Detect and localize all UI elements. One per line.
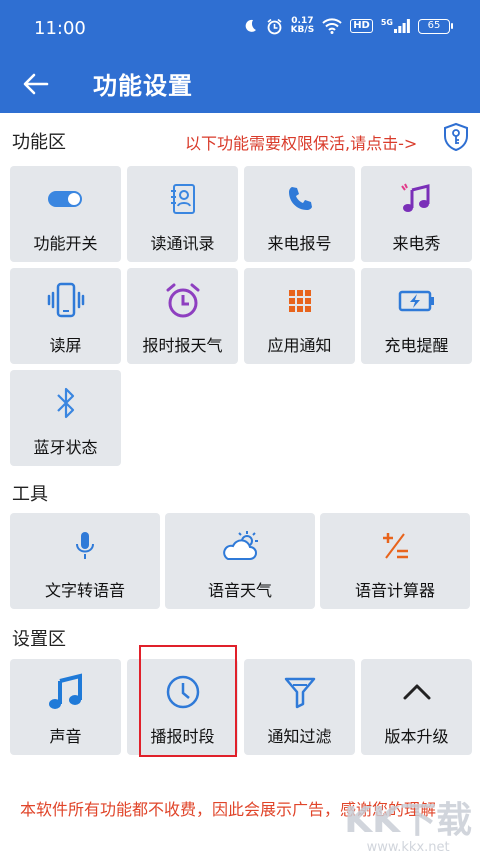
tools-grid: 文字转语音 语音天气 语音计算器 [10,513,470,609]
tile-label: 通知过滤 [267,727,332,746]
tile-time-weather[interactable]: 报时报天气 [127,268,238,364]
tile-label: 版本升级 [384,727,449,746]
tile-label: 来电秀 [392,234,441,253]
bluetooth-icon [43,380,89,426]
net-speed: 0.17 KB/S [290,16,315,35]
tile-text-to-speech[interactable]: 文字转语音 [10,513,160,609]
watermark-logo: KK下载 www.kkx.net [344,800,472,856]
page-title: 功能设置 [93,72,193,100]
status-time: 11:00 [34,18,86,39]
filter-icon [277,669,323,715]
tile-label: 读通讯录 [150,234,215,253]
permission-notice[interactable]: 以下功能需要权限保活,请点击-> [185,130,417,154]
weather-icon [217,523,263,569]
tile-label: 文字转语音 [44,581,125,600]
tile-label: 语音天气 [207,581,272,600]
tile-label: 来电报号 [267,234,332,253]
tile-sound[interactable]: 声音 [10,659,121,755]
moon-icon [245,19,256,32]
battery-charging-icon [394,278,440,324]
signal-icon: 5G [381,19,410,33]
tile-version-upgrade[interactable]: 版本升级 [361,659,472,755]
tile-label: 播报时段 [150,727,215,746]
tile-caller-announce[interactable]: 来电报号 [244,166,355,262]
tile-label: 充电提醒 [384,336,449,355]
tile-caller-show[interactable]: 来电秀 [361,166,472,262]
tile-label: 语音计算器 [354,581,435,600]
music-note-icon [394,176,440,222]
tile-label: 应用通知 [267,336,332,355]
tile-voice-calculator[interactable]: 语音计算器 [320,513,470,609]
tile-notification-filter[interactable]: 通知过滤 [244,659,355,755]
toggle-icon [43,176,89,222]
microphone-icon [62,523,108,569]
tile-broadcast-period[interactable]: 播报时段 [127,659,238,755]
tile-label: 读屏 [49,336,82,355]
tile-voice-weather[interactable]: 语音天气 [165,513,315,609]
calculator-icon [372,523,418,569]
music-icon [43,669,89,715]
tile-screen-reader[interactable]: 读屏 [10,268,121,364]
tile-read-contacts[interactable]: 读通讯录 [127,166,238,262]
section-title-functions: 功能区 [12,132,66,153]
chevron-up-icon [394,669,440,715]
phone-vibrate-icon [43,278,89,324]
tile-label: 声音 [49,727,82,746]
shield-key-icon[interactable] [441,122,471,152]
settings-grid: 声音 播报时段 通知过滤 版本升级 [10,659,472,755]
wifi-icon [322,18,342,34]
app-bar: 功能设置 [0,56,480,113]
section-title-tools: 工具 [12,484,48,505]
tile-label: 功能开关 [33,234,98,253]
phone-icon [277,176,323,222]
status-bar: 11:00 0.17 KB/S HD 5G 65 [0,0,480,56]
apps-grid-icon [277,278,323,324]
tile-label: 报时报天气 [142,336,223,355]
status-icons: 0.17 KB/S HD 5G 65 [242,16,453,35]
clock-icon [160,669,206,715]
function-grid: 功能开关 读通讯录 来电报号 来电秀 读屏 报时报天气 应用通知 充电提醒 蓝牙… [10,166,472,466]
tile-charge-reminder[interactable]: 充电提醒 [361,268,472,364]
section-title-settings: 设置区 [12,629,66,650]
arrow-left-icon[interactable] [20,68,52,100]
tile-function-switch[interactable]: 功能开关 [10,166,121,262]
battery-icon: 65 [418,18,453,34]
alarm-icon [267,18,282,34]
hd-badge: HD [350,19,373,33]
contacts-icon [160,176,206,222]
alarm-clock-icon [160,278,206,324]
tile-app-notification[interactable]: 应用通知 [244,268,355,364]
tile-bluetooth-status[interactable]: 蓝牙状态 [10,370,121,466]
tile-label: 蓝牙状态 [33,438,98,457]
